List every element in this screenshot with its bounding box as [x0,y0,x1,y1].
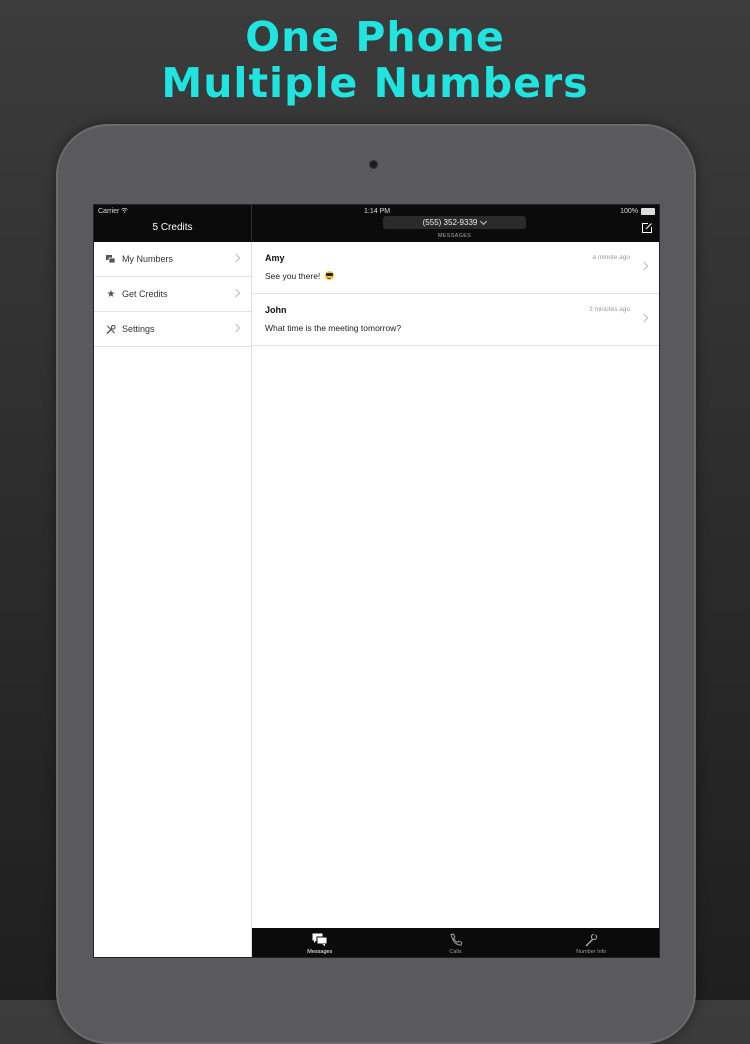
tab-label: Calls [449,949,462,955]
sidebar-item-label: My Numbers [122,254,174,264]
status-time: 1:14 PM [364,208,391,215]
message-preview-text: See you there! [265,271,321,281]
tab-bar: Messages Calls Number Info [252,928,659,957]
promo-line-1: One Phone [245,13,505,61]
section-subtitle: MESSAGES [437,233,472,239]
tab-number-info[interactable]: Number Info [523,928,659,957]
battery-icon [641,208,655,215]
chevron-right-icon [231,288,241,298]
promo-line-2: Multiple Numbers [161,59,589,107]
message-preview: See you there! [265,271,334,281]
tablet-frame: Carrier 1:14 PM 100% 5 Credits (555) 352… [56,124,696,1044]
sidebar-item-label: Settings [122,324,155,334]
list-item[interactable]: Amy a minute ago See you there! [252,242,659,294]
sidebar-item-my-numbers[interactable]: My Numbers [94,242,251,277]
status-battery: 100% [620,208,655,215]
app-screen: Carrier 1:14 PM 100% 5 Credits (555) 352… [93,204,660,958]
sidebar-item-label: Get Credits [122,289,168,299]
camera-icon [369,160,378,169]
battery-label: 100% [620,208,638,215]
tools-icon [106,324,116,334]
compose-button[interactable] [641,221,653,233]
phone-number-label: (555) 352-9339 [422,218,478,227]
message-preview: What time is the meeting tomorrow? [265,323,402,333]
phone-icon [449,933,462,946]
promo-headline: One Phone Multiple Numbers [0,14,750,106]
chevron-right-icon [639,313,649,323]
contact-name: Amy [265,253,285,263]
compose-icon [642,223,652,233]
numbers-icon [106,254,116,264]
chevron-right-icon [231,323,241,333]
sunglasses-emoji-icon [324,271,334,280]
star-icon: ★ [106,288,116,300]
message-time: a minute ago [592,254,630,261]
chevron-down-icon [480,217,488,225]
chevron-right-icon [639,261,649,271]
tab-calls[interactable]: Calls [388,928,524,957]
chevron-right-icon [231,253,241,263]
tab-label: Messages [307,949,333,955]
wrench-icon [585,933,598,947]
sidebar-item-settings[interactable]: Settings [94,312,251,347]
tab-messages[interactable]: Messages [252,928,388,957]
list-item[interactable]: John 3 minutes ago What time is the meet… [252,294,659,346]
sidebar: My Numbers ★ Get Credits Settings [94,242,252,957]
top-bar: Carrier 1:14 PM 100% 5 Credits (555) 352… [94,205,659,242]
message-list: Amy a minute ago See you there! John 3 m… [252,242,659,928]
tab-label: Number Info [576,949,607,955]
contact-name: John [265,305,287,315]
messages-icon [312,933,328,947]
sidebar-item-get-credits[interactable]: ★ Get Credits [94,277,251,312]
sidebar-nav-bar: 5 Credits [94,205,252,242]
credits-title: 5 Credits [152,222,193,233]
message-time: 3 minutes ago [589,306,630,313]
number-selector[interactable]: (555) 352-9339 [383,216,526,229]
